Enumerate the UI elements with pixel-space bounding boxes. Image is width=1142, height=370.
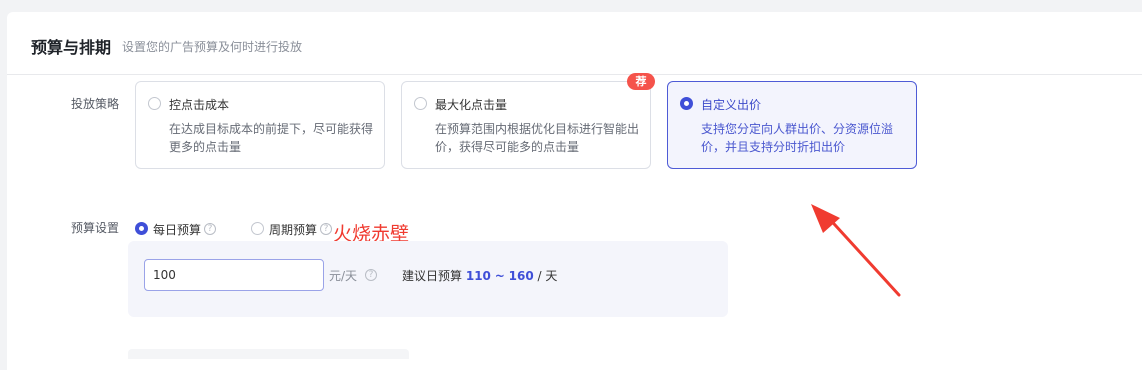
annotation-arrow-icon — [811, 204, 901, 297]
